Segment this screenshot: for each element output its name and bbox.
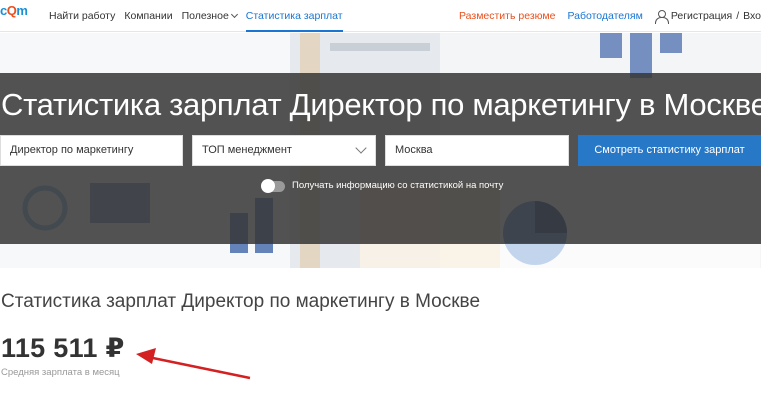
red-arrow-annotation [136,348,251,380]
employers-link[interactable]: Работодателям [567,10,642,22]
user-icon [654,9,669,24]
view-salary-stats-button[interactable]: Смотреть статистику зарплат [578,135,761,166]
auth-separator: / [736,10,740,22]
nav-useful[interactable]: Полезное [181,0,238,32]
main-menu: Найти работу Компании Полезное Статистик… [49,0,352,32]
hero-title: Статистика зарплат Директор по маркетинг… [1,87,761,122]
post-resume-link[interactable]: Разместить резюме [459,10,555,22]
nav-find-job[interactable]: Найти работу [49,0,115,32]
site-logo[interactable]: cQm [0,3,28,18]
email-notify-toggle[interactable] [261,179,285,193]
hero-section: Статистика зарплат Директор по маркетинг… [0,33,761,268]
nav-salary-stats[interactable]: Статистика зарплат [245,0,343,32]
position-input[interactable]: Директор по маркетингу [0,135,183,166]
city-input[interactable]: Москва [385,135,569,166]
nav-companies[interactable]: Компании [124,0,172,32]
category-select[interactable]: ТОП менеджмент [192,135,376,166]
page-title: Статистика зарплат Директор по маркетинг… [1,291,481,312]
logo-mark: Q [6,3,17,18]
top-navigation: cQm Найти работу Компании Полезное Стати… [0,0,761,32]
logo-prefix: c [0,3,7,18]
nav-useful-label: Полезное [181,10,229,22]
average-salary-value: 115 511 ₽ [1,333,125,363]
logo-suffix: m [16,3,28,18]
category-select-value: ТОП менеджмент [202,144,292,156]
email-notify-label: Получать информацию со статистикой на по… [292,180,504,191]
dropdown-chevron-icon [355,142,367,154]
account-menu: Разместить резюме Работодателям Регистра… [459,0,761,32]
chevron-down-icon [230,10,238,19]
average-salary-caption: Средняя зарплата в месяц [1,367,120,378]
login-link[interactable]: Вхо [743,10,761,22]
register-link[interactable]: Регистрация [671,10,732,22]
